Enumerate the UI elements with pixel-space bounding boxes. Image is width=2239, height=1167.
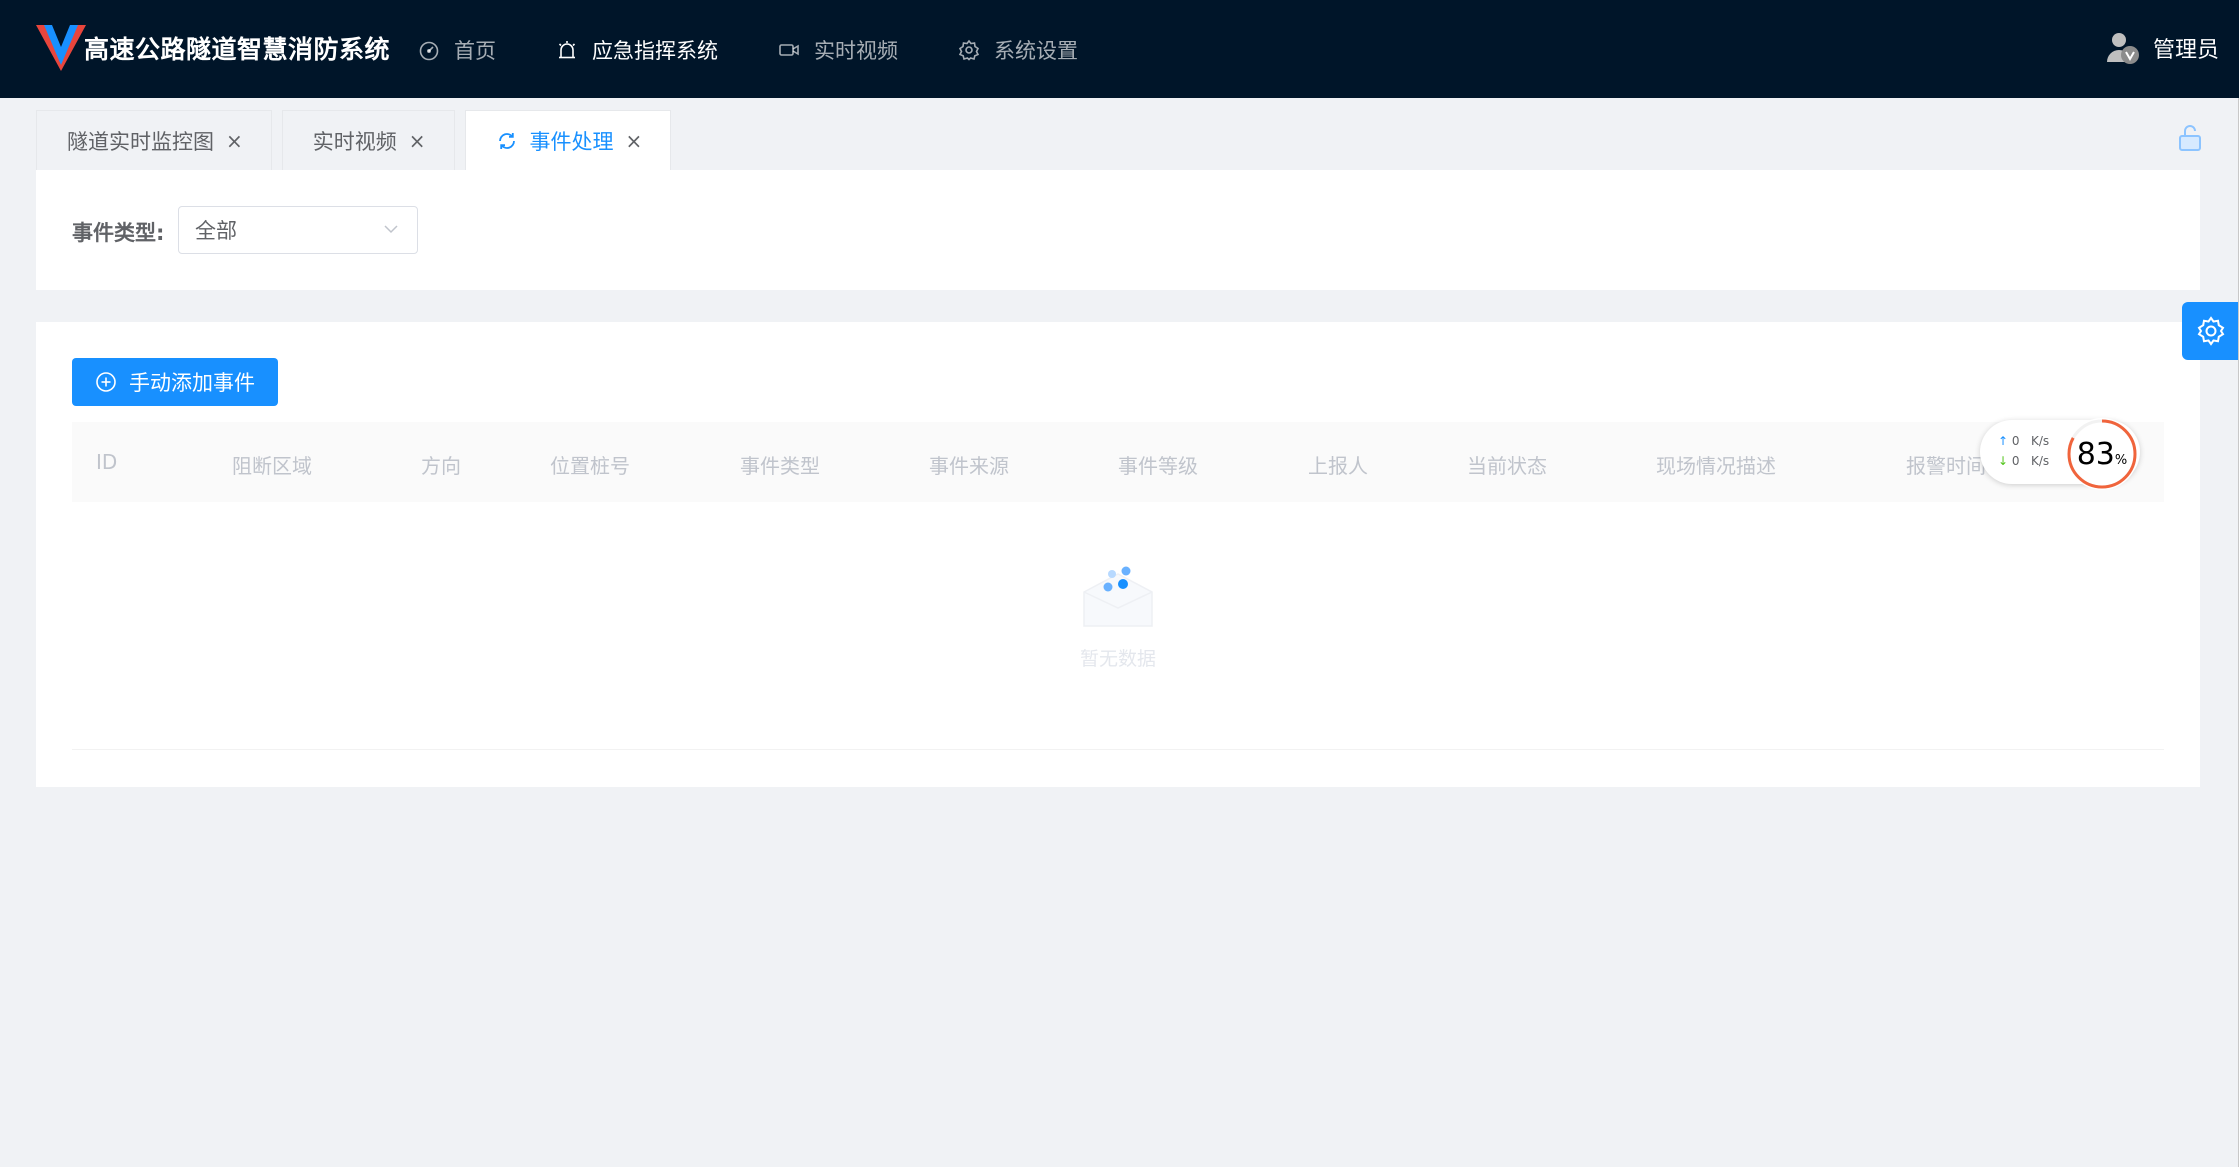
download-arrow-icon: ↓: [1998, 454, 2009, 468]
download-value: 0: [2011, 454, 2020, 468]
unlock-icon[interactable]: [2177, 124, 2203, 152]
nav-label: 应急指挥系统: [592, 39, 718, 63]
alarm-icon: [556, 39, 578, 61]
user-name: 管理员: [2152, 38, 2219, 63]
plus-circle-icon: [96, 372, 116, 392]
gear-icon: [958, 39, 980, 61]
close-icon[interactable]: ×: [226, 129, 243, 153]
column-header[interactable]: 当前状态: [1467, 450, 1547, 479]
filter-panel: 事件类型: 全部: [36, 170, 2200, 290]
column-header[interactable]: 事件类型: [740, 450, 820, 479]
add-event-button[interactable]: 手动添加事件: [72, 358, 278, 406]
column-header[interactable]: ID: [96, 450, 117, 474]
empty-text: 暂无数据: [1079, 648, 1156, 670]
column-header[interactable]: 现场情况描述: [1656, 450, 1776, 479]
column-header[interactable]: 上报人: [1308, 450, 1368, 479]
upload-value: 0: [2011, 434, 2020, 448]
top-navbar: 高速公路隧道智慧消防系统 首页 应急指挥系统 实时视频 系统设置 管理员: [0, 0, 2239, 98]
event-type-select[interactable]: 全部: [178, 206, 418, 254]
tab-bar: 隧道实时监控图 × 实时视频 × 事件处理 ×: [36, 110, 681, 170]
nav-item-home[interactable]: 首页: [418, 34, 496, 66]
user-menu[interactable]: 管理员: [2105, 30, 2219, 66]
settings-drawer-button[interactable]: [2182, 302, 2239, 360]
empty-state: 暂无数据: [36, 562, 2200, 671]
add-event-label: 手动添加事件: [129, 371, 255, 395]
network-speed-widget: ↑ 0 K/s ↓ 0 K/s 83%: [1980, 418, 2140, 490]
tab-event-handling[interactable]: 事件处理 ×: [464, 110, 672, 170]
nav-item-video[interactable]: 实时视频: [778, 34, 898, 66]
usage-gauge: 83%: [2064, 416, 2140, 492]
upload-speed: ↑ 0 K/s: [1998, 434, 2049, 448]
nav-label: 首页: [454, 39, 496, 63]
gear-icon: [2197, 316, 2224, 346]
chevron-down-icon: [384, 225, 398, 234]
upload-unit: K/s: [2030, 434, 2050, 448]
gauge-percent: 83%: [2064, 437, 2140, 472]
column-header[interactable]: 事件来源: [929, 450, 1009, 479]
tab-tunnel-monitor[interactable]: 隧道实时监控图 ×: [36, 110, 272, 170]
column-header[interactable]: 报警时间: [1906, 450, 1986, 479]
close-icon[interactable]: ×: [626, 129, 643, 153]
select-value: 全部: [195, 219, 237, 243]
avatar-icon: [2106, 33, 2139, 64]
tab-label: 实时视频: [312, 129, 397, 154]
column-header[interactable]: 事件等级: [1118, 450, 1198, 479]
tab-realtime-video[interactable]: 实时视频 ×: [281, 110, 455, 170]
tab-label: 隧道实时监控图: [67, 129, 214, 154]
tab-label: 事件处理: [529, 129, 614, 154]
event-type-label: 事件类型:: [72, 221, 165, 245]
close-icon[interactable]: ×: [409, 129, 426, 153]
nav-item-emergency[interactable]: 应急指挥系统: [556, 34, 718, 66]
column-header[interactable]: 方向: [421, 450, 461, 479]
upload-arrow-icon: ↑: [1998, 434, 2009, 448]
logo-icon: [36, 25, 86, 71]
gauge-value: 83: [2076, 437, 2115, 472]
gauge-unit: %: [2114, 453, 2128, 468]
divider: [72, 749, 2164, 750]
video-icon: [778, 39, 800, 61]
dashboard-icon: [418, 39, 440, 61]
column-header[interactable]: 阻断区域: [232, 450, 312, 479]
nav-label: 实时视频: [814, 39, 898, 63]
nav-label: 系统设置: [994, 39, 1078, 63]
nav-item-settings[interactable]: 系统设置: [958, 34, 1078, 66]
download-unit: K/s: [2030, 454, 2050, 468]
download-speed: ↓ 0 K/s: [1998, 454, 2049, 468]
empty-box-icon: [1083, 566, 1153, 627]
app-title: 高速公路隧道智慧消防系统: [84, 35, 391, 64]
table-header: ID 阻断区域 方向 位置桩号 事件类型 事件来源 事件等级 上报人 当前状态 …: [72, 422, 2164, 502]
event-list-panel: 手动添加事件 ID 阻断区域 方向 位置桩号 事件类型 事件来源 事件等级 上报…: [36, 322, 2200, 787]
column-header[interactable]: 位置桩号: [550, 450, 630, 479]
refresh-icon[interactable]: [496, 130, 518, 152]
